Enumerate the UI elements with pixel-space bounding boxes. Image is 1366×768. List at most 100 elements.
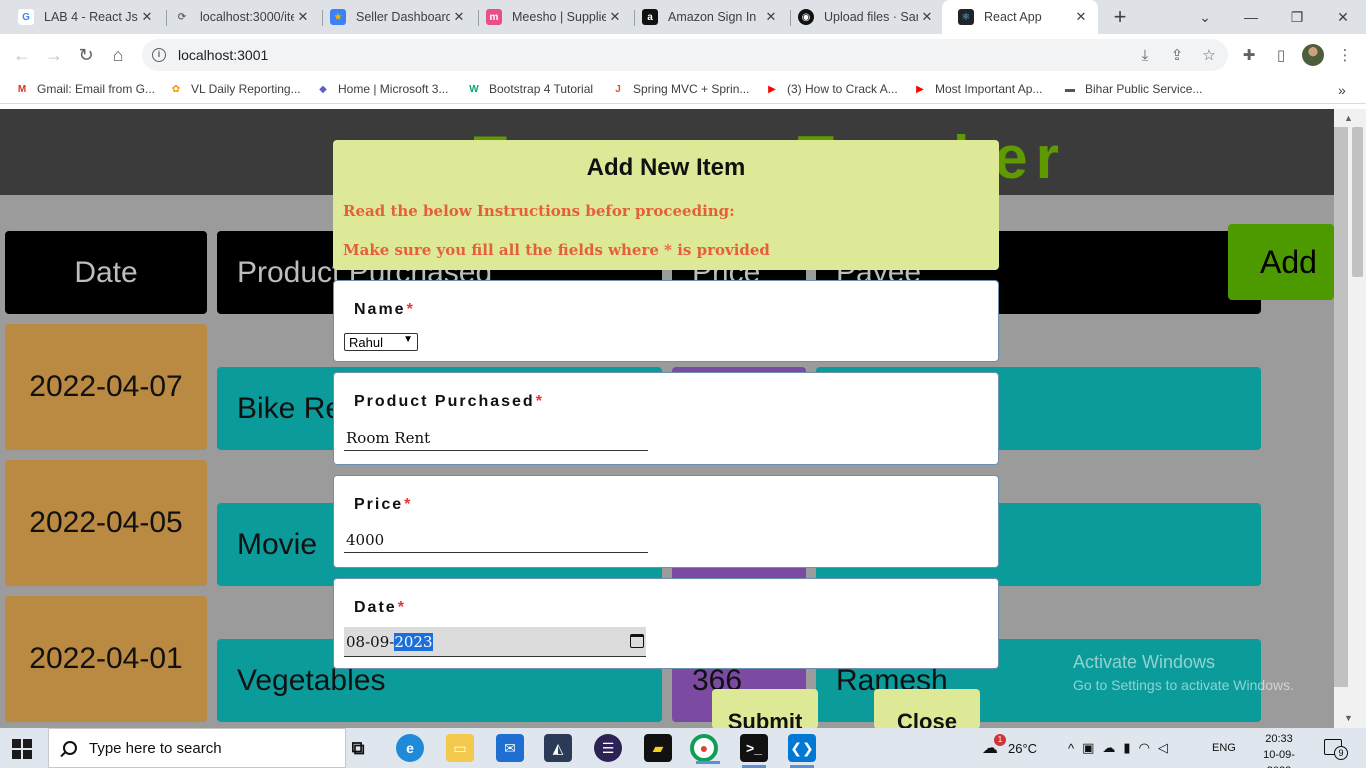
close-tab-icon[interactable]: ✕ bbox=[138, 9, 156, 25]
browser-tab[interactable]: a Amazon Sign In ✕ bbox=[626, 0, 788, 34]
browser-tab-active[interactable]: ⚛ React App ✕ bbox=[942, 0, 1098, 34]
install-icon[interactable]: ⤓ bbox=[1136, 46, 1154, 64]
browser-tab[interactable]: G LAB 4 - React Js - ✕ bbox=[2, 0, 164, 34]
side-panel-icon[interactable]: ▯ bbox=[1272, 46, 1290, 64]
row-date: 2022-04-01 bbox=[5, 596, 207, 722]
restore-button[interactable]: ❐ bbox=[1274, 0, 1320, 34]
notification-icon[interactable]: 9 bbox=[1324, 739, 1348, 760]
bookmark-item[interactable]: ▶ Most Important Ap... bbox=[912, 82, 1042, 96]
app-icon[interactable]: ◭ bbox=[544, 734, 572, 762]
name-field-card: Name* Rahul ▼ bbox=[333, 280, 999, 362]
bookmark-item[interactable]: ◆ Home | Microsoft 3... bbox=[315, 82, 448, 96]
weather-temp: 26°C bbox=[1008, 740, 1038, 756]
clock-date: 10-09-2023 bbox=[1263, 749, 1295, 768]
tab-title: localhost:3000/ite bbox=[200, 10, 294, 24]
clock[interactable]: 20:33 10-09-2023 bbox=[1256, 731, 1302, 768]
site-info-icon[interactable]: i bbox=[152, 48, 166, 62]
react-icon: ⚛ bbox=[958, 9, 974, 25]
show-hidden-icon[interactable]: ^ bbox=[1068, 741, 1082, 756]
bookmark-item[interactable]: J Spring MVC + Sprin... bbox=[610, 82, 749, 96]
row-date: 2022-04-05 bbox=[5, 460, 207, 586]
bookmark-item[interactable]: W Bootstrap 4 Tutorial bbox=[466, 82, 593, 96]
close-tab-icon[interactable]: ✕ bbox=[606, 9, 624, 25]
terminal-icon[interactable]: >_ bbox=[740, 734, 768, 768]
calendar-icon[interactable] bbox=[630, 634, 644, 648]
address-bar[interactable]: i localhost:3001 bbox=[142, 39, 1228, 71]
bookmark-star-icon[interactable]: ☆ bbox=[1200, 46, 1218, 64]
language-indicator[interactable]: ENG bbox=[1212, 728, 1236, 768]
chrome-icon[interactable]: ● bbox=[690, 734, 720, 764]
volume-icon[interactable]: ◁ bbox=[1158, 740, 1176, 756]
activation-watermark-subtext: Go to Settings to activate Windows. bbox=[1073, 677, 1294, 693]
wifi-icon[interactable]: ◠ bbox=[1139, 740, 1158, 756]
scrollbar-thumb[interactable] bbox=[1352, 127, 1363, 277]
row-date: 2022-04-07 bbox=[5, 324, 207, 450]
minimize-button[interactable]: — bbox=[1228, 0, 1274, 34]
back-icon[interactable]: ← bbox=[10, 43, 34, 67]
home-icon[interactable]: ⌂ bbox=[106, 43, 130, 67]
scroll-down-icon[interactable]: ▼ bbox=[1344, 713, 1353, 723]
windows-start-icon[interactable] bbox=[12, 739, 32, 759]
bookmark-label: Gmail: Email from G... bbox=[37, 82, 156, 96]
close-tab-icon[interactable]: ✕ bbox=[294, 9, 312, 25]
close-tab-icon[interactable]: ✕ bbox=[450, 9, 468, 25]
amazon-icon: a bbox=[642, 9, 658, 25]
submit-button[interactable]: Submit bbox=[712, 689, 818, 729]
file-explorer-icon[interactable]: ▭ bbox=[446, 734, 474, 762]
profile-avatar[interactable] bbox=[1302, 44, 1324, 66]
onedrive-icon[interactable]: ☁ bbox=[1102, 740, 1123, 756]
name-select[interactable]: Rahul ▼ bbox=[344, 333, 418, 351]
scrollbar-thumb[interactable] bbox=[1334, 127, 1348, 687]
close-tab-icon[interactable]: ✕ bbox=[762, 9, 780, 25]
add-button[interactable]: Add bbox=[1228, 224, 1334, 300]
close-window-button[interactable]: ✕ bbox=[1320, 0, 1366, 34]
tab-title: Seller Dashboard bbox=[356, 10, 450, 24]
tab-search-icon[interactable]: ⌄ bbox=[1182, 0, 1228, 34]
battery-icon[interactable]: ▮ bbox=[1123, 740, 1138, 756]
close-tab-icon[interactable]: ✕ bbox=[918, 9, 936, 25]
browser-tab[interactable]: ★ Seller Dashboard ✕ bbox=[314, 0, 476, 34]
close-tab-icon[interactable]: ✕ bbox=[1072, 9, 1090, 25]
scroll-up-icon[interactable]: ▲ bbox=[1344, 113, 1353, 123]
gmail-icon: M bbox=[17, 83, 27, 95]
notification-badge: 9 bbox=[1334, 746, 1348, 760]
bookmark-item[interactable]: ✿ VL Daily Reporting... bbox=[168, 82, 301, 96]
bookmark-label: Bootstrap 4 Tutorial bbox=[489, 82, 594, 96]
search-icon bbox=[63, 741, 77, 755]
share-icon[interactable]: ⇪ bbox=[1168, 46, 1186, 64]
bookmark-item[interactable]: ▬ Bihar Public Service... bbox=[1062, 82, 1202, 96]
github-icon: ◉ bbox=[798, 9, 814, 25]
bookmark-item[interactable]: M Gmail: Email from G... bbox=[14, 82, 155, 96]
reload-icon[interactable]: ↻ bbox=[74, 43, 98, 67]
search-placeholder: Type here to search bbox=[89, 739, 222, 757]
field-label: Price* bbox=[354, 496, 411, 513]
tray-app-icon[interactable]: ▣ bbox=[1082, 740, 1102, 756]
java-icon: J bbox=[615, 83, 621, 95]
field-label: Name* bbox=[354, 301, 413, 318]
sticky-notes-icon[interactable]: ▰ bbox=[644, 734, 672, 762]
eclipse-icon[interactable]: ☰ bbox=[594, 734, 622, 762]
bookmarks-more-icon[interactable]: » bbox=[1338, 82, 1346, 98]
system-tray-icons[interactable]: ^ ▣ ☁ ▮ ◠ ◁ bbox=[1068, 728, 1176, 768]
price-input[interactable]: 4000 bbox=[344, 527, 648, 553]
browser-tab[interactable]: m Meesho | Supplie ✕ bbox=[470, 0, 632, 34]
forward-icon[interactable]: → bbox=[42, 43, 66, 67]
vertical-scrollbar[interactable]: ▲ ▼ bbox=[1334, 109, 1366, 728]
new-tab-button[interactable]: + bbox=[1108, 4, 1132, 30]
extensions-icon[interactable]: ✚ bbox=[1240, 46, 1258, 64]
product-input[interactable]: Room Rent bbox=[344, 425, 648, 451]
bookmark-item[interactable]: ▶ (3) How to Crack A... bbox=[764, 82, 898, 96]
bookmark-label: Most Important Ap... bbox=[935, 82, 1043, 96]
menu-icon[interactable]: ⋮ bbox=[1336, 46, 1354, 64]
task-view-icon[interactable]: ⧉ bbox=[344, 734, 372, 762]
browser-tab[interactable]: ◉ Upload files · San ✕ bbox=[782, 0, 944, 34]
weather-widget[interactable]: ☁ 1 26°C bbox=[982, 728, 1037, 768]
taskbar-search[interactable]: Type here to search bbox=[48, 728, 346, 768]
vscode-icon[interactable]: ❮❯ bbox=[788, 734, 816, 768]
edge-icon[interactable]: e bbox=[396, 734, 424, 762]
date-input[interactable]: 08-09- 2023 bbox=[344, 627, 646, 657]
mail-icon[interactable]: ✉ bbox=[496, 734, 524, 762]
close-button[interactable]: Close bbox=[874, 689, 980, 729]
browser-tab[interactable]: ⟳ localhost:3000/ite ✕ bbox=[158, 0, 320, 34]
clock-time: 20:33 bbox=[1265, 733, 1293, 745]
